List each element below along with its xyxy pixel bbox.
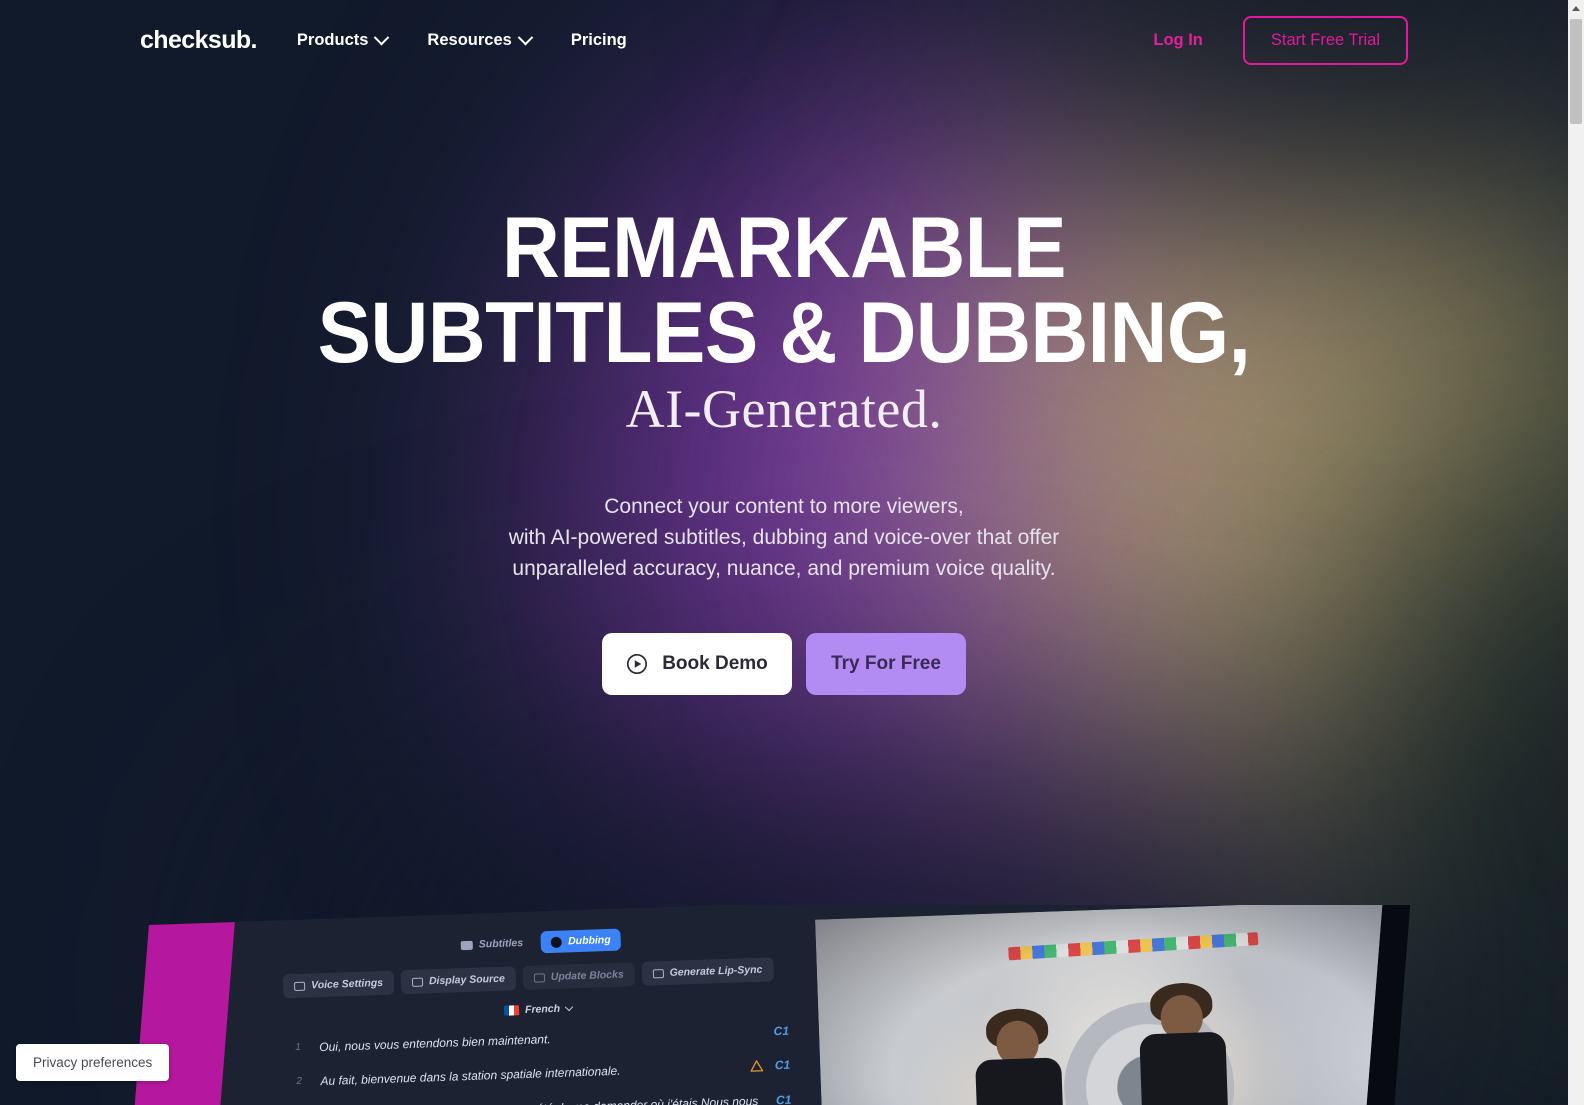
- subtitle-row[interactable]: 1 Oui, nous vous entendons bien maintena…: [295, 1023, 789, 1058]
- try-for-free-button[interactable]: Try For Free: [806, 632, 966, 695]
- subtitle-list: 1 Oui, nous vous entendons bien maintena…: [279, 1022, 802, 1105]
- hero-subtext-line-2: with AI-powered subtitles, dubbing and v…: [508, 526, 1060, 550]
- headline-line-1: REMARKABLE: [501, 200, 1067, 296]
- editor-tabs: Subtitles Dubbing: [276, 922, 796, 962]
- editor-toolbar: Voice Settings Display Source Update Blo…: [277, 956, 798, 999]
- header-actions: Log In Start Free Trial: [1153, 15, 1408, 65]
- hero-subtext: Connect your content to more viewers, wi…: [0, 492, 1568, 585]
- start-free-trial-button[interactable]: Start Free Trial: [1242, 15, 1408, 65]
- product-mockup-tilted: Subtitles Dubbing Voice Settings Display…: [122, 905, 1439, 1105]
- subtitle-row-flags: C1: [776, 1092, 792, 1105]
- nav-item-resources[interactable]: Resources: [427, 29, 534, 50]
- chevron-down-icon: [517, 29, 534, 45]
- french-flag-icon: [503, 1005, 520, 1016]
- headline-line-2: SUBTITLES & DUBBING,: [317, 285, 1251, 382]
- editor-panel: Subtitles Dubbing Voice Settings Display…: [208, 905, 1385, 1105]
- cta-row: Book Demo Try For Free: [0, 632, 1568, 695]
- privacy-preferences-button[interactable]: Privacy preferences: [16, 1044, 170, 1081]
- sliders-icon: [293, 981, 306, 991]
- hero-subtext-line-1: Connect your content to more viewers,: [604, 495, 964, 519]
- generate-lip-sync-label: Generate Lip-Sync: [669, 963, 763, 979]
- language-label: French: [524, 1002, 561, 1016]
- subtitle-row-text: Oui, nous vous entendons bien maintenant…: [319, 1032, 551, 1055]
- voice-settings-button[interactable]: Voice Settings: [282, 970, 395, 999]
- chevron-down-icon: [564, 1002, 574, 1012]
- video-preview[interactable]: [815, 905, 1385, 1105]
- nav-label-products: Products: [296, 30, 369, 49]
- generate-lip-sync-button[interactable]: Generate Lip-Sync: [641, 957, 774, 986]
- nav-item-pricing[interactable]: Pricing: [571, 31, 627, 50]
- nav-label-pricing: Pricing: [570, 30, 627, 49]
- dubbing-editor: Subtitles Dubbing Voice Settings Display…: [275, 905, 806, 1105]
- login-link[interactable]: Log In: [1153, 31, 1202, 50]
- document-icon: [411, 977, 424, 987]
- vertical-scrollbar[interactable]: [1568, 0, 1584, 1105]
- logo-dot: .: [250, 25, 258, 54]
- video-vignette: [815, 905, 1385, 1105]
- voice-settings-label: Voice Settings: [310, 976, 384, 992]
- refresh-icon: [533, 972, 545, 983]
- book-demo-label: Book Demo: [662, 652, 768, 674]
- chevron-down-icon: [374, 29, 390, 45]
- nav-item-products[interactable]: Products: [296, 29, 390, 50]
- subtitle-row-number: 2: [296, 1076, 303, 1088]
- update-blocks-button[interactable]: Update Blocks: [522, 962, 636, 991]
- arrow-up-icon: [1572, 6, 1580, 11]
- subtitle-row-flags: C1: [750, 1057, 791, 1073]
- browser-viewport: checksub. Products Resources Pricing Log…: [0, 0, 1568, 1105]
- update-blocks-label: Update Blocks: [550, 968, 624, 984]
- hero-section: REMARKABLE SUBTITLES & DUBBING, AI-Gener…: [0, 0, 1568, 695]
- tab-dubbing-label: Dubbing: [567, 933, 611, 948]
- tab-subtitles-label: Subtitles: [478, 937, 524, 951]
- subtitle-row-number: 1: [295, 1041, 302, 1054]
- main-nav: Products Resources Pricing: [296, 29, 627, 50]
- subtitles-icon: [460, 940, 473, 950]
- logo-text: checksub: [140, 25, 251, 54]
- subtitle-row[interactable]: 2 Au fait, bienvenue dans la station spa…: [296, 1057, 790, 1092]
- language-selector[interactable]: French: [278, 994, 798, 1024]
- subtitle-row-text: C'est drôle, mes premières pensées ont é…: [321, 1092, 765, 1105]
- scrollbar-thumb[interactable]: [1570, 19, 1582, 124]
- subtitle-row-text: Au fait, bienvenue dans la station spati…: [320, 1064, 621, 1089]
- page-root: checksub. Products Resources Pricing Log…: [0, 0, 1584, 1105]
- site-header: checksub. Products Resources Pricing Log…: [0, 0, 1568, 80]
- subtitle-row[interactable]: 3 C'est drôle, mes premières pensées ont…: [297, 1092, 792, 1105]
- warning-triangle-icon: [750, 1060, 763, 1073]
- nav-label-resources: Resources: [427, 30, 512, 49]
- display-source-button[interactable]: Display Source: [400, 966, 517, 995]
- scrollbar-up-button[interactable]: [1568, 0, 1584, 17]
- play-circle-icon: [627, 653, 648, 674]
- hero-subtext-line-3: unparalleled accuracy, nuance, and premi…: [512, 556, 1056, 580]
- tab-dubbing[interactable]: Dubbing: [540, 928, 622, 954]
- tab-subtitles[interactable]: Subtitles: [450, 932, 533, 957]
- status-badge: C1: [774, 1058, 791, 1073]
- status-badge: C1: [773, 1023, 790, 1039]
- dubbing-icon: [550, 936, 563, 948]
- subtitle-row-flags: C1: [773, 1023, 789, 1039]
- status-badge: C1: [775, 1092, 792, 1105]
- display-source-label: Display Source: [428, 972, 506, 988]
- book-demo-button[interactable]: Book Demo: [602, 632, 792, 695]
- headline-script: AI-Generated.: [625, 379, 943, 440]
- lips-icon: [652, 968, 664, 978]
- editor-panel-inner: Subtitles Dubbing Voice Settings Display…: [235, 905, 1385, 1105]
- product-mockup-section: Subtitles Dubbing Voice Settings Display…: [0, 905, 1568, 1105]
- logo[interactable]: checksub.: [140, 25, 258, 55]
